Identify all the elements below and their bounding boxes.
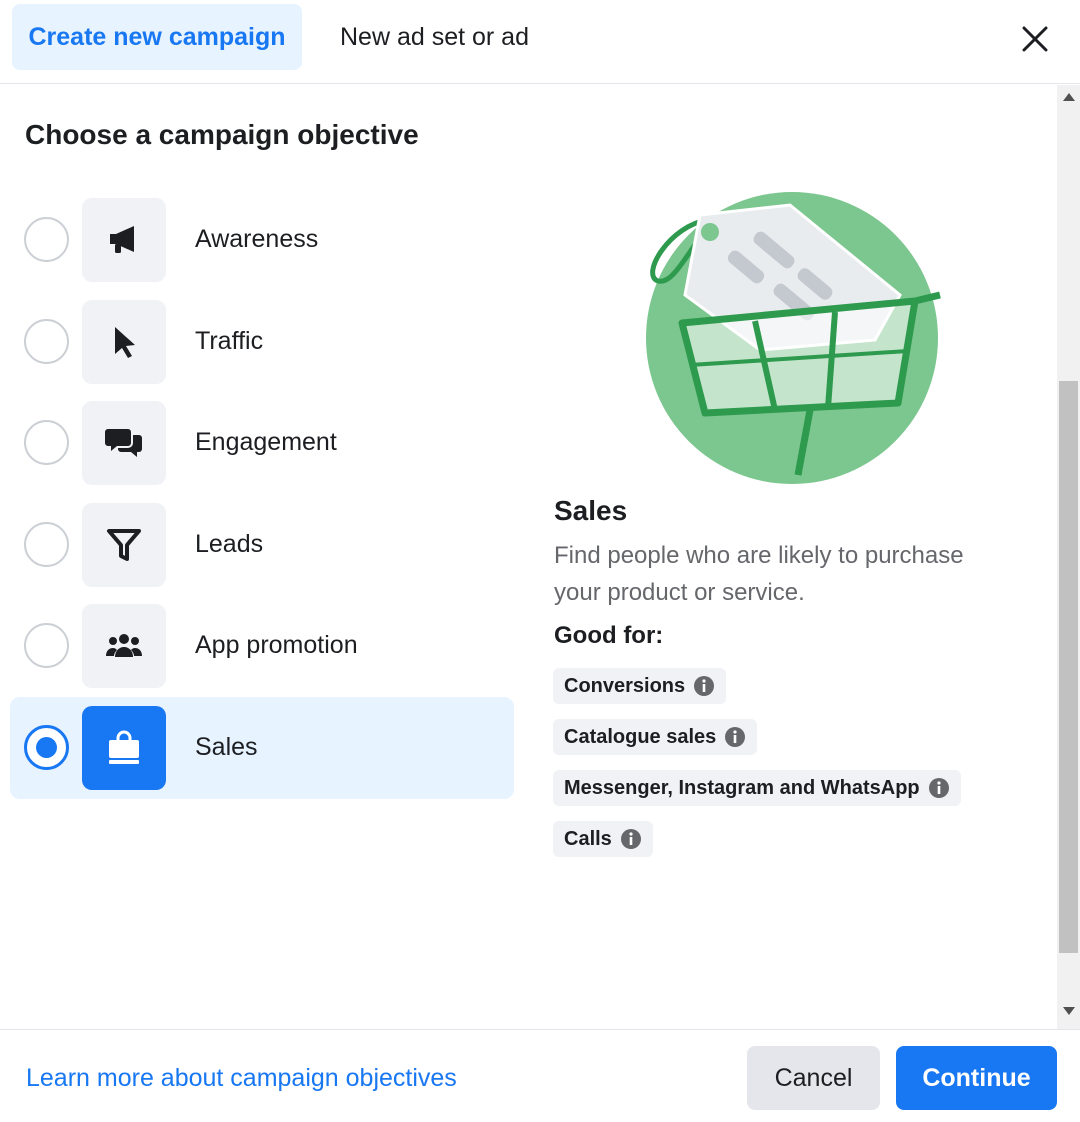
objective-detail-title: Sales <box>554 495 628 526</box>
radio-button-selected[interactable] <box>24 724 69 770</box>
scroll-down-arrow[interactable] <box>1057 1007 1080 1021</box>
objective-label: Traffic <box>195 326 264 355</box>
close-button[interactable] <box>1010 14 1060 64</box>
people-icon <box>106 634 142 658</box>
tab-create-new-campaign[interactable]: Create new campaign <box>12 4 302 70</box>
sales-illustration <box>630 185 950 495</box>
scroll-up-arrow[interactable] <box>1057 93 1080 107</box>
objective-list: Awareness Traffic Engagement Leads App p… <box>10 189 514 799</box>
vertical-scrollbar[interactable] <box>1057 85 1080 1029</box>
objective-traffic[interactable]: Traffic <box>10 291 514 393</box>
good-for-chips: Conversions Catalogue sales Messenger, I… <box>553 668 961 872</box>
cancel-button[interactable]: Cancel <box>747 1046 880 1110</box>
shopping-bag-icon <box>109 730 139 764</box>
objective-engagement[interactable]: Engagement <box>10 392 514 494</box>
info-icon[interactable] <box>620 828 642 850</box>
shopping-cart-tag-illustration <box>646 192 941 484</box>
objective-app-promotion[interactable]: App promotion <box>10 595 514 697</box>
chip-calls: Calls <box>553 821 653 857</box>
chip-messenger-instagram-whatsapp: Messenger, Instagram and WhatsApp <box>553 770 961 806</box>
learn-more-link[interactable]: Learn more about campaign objectives <box>26 1064 457 1093</box>
radio-button[interactable] <box>24 623 69 669</box>
objective-label: Engagement <box>195 428 337 457</box>
objective-icon-box <box>82 401 166 486</box>
objective-sales[interactable]: Sales <box>10 696 514 799</box>
dialog-footer: Learn more about campaign objectives Can… <box>0 1029 1080 1122</box>
chip-catalogue-sales: Catalogue sales <box>553 719 758 755</box>
objective-icon-box <box>82 604 166 689</box>
objective-icon-box <box>82 705 166 790</box>
chip-label: Messenger, Instagram and WhatsApp <box>564 776 920 799</box>
continue-button[interactable]: Continue <box>896 1046 1057 1110</box>
good-for-heading: Good for: <box>554 622 664 649</box>
chip-conversions: Conversions <box>553 668 727 704</box>
chip-label: Catalogue sales <box>564 725 717 748</box>
objective-icon-box <box>82 299 166 384</box>
info-icon[interactable] <box>724 726 746 748</box>
info-icon[interactable] <box>928 777 950 799</box>
objective-label: Leads <box>195 529 264 558</box>
radio-button[interactable] <box>24 217 69 262</box>
objective-icon-box <box>82 198 166 282</box>
radio-button[interactable] <box>24 318 69 364</box>
radio-button[interactable] <box>24 521 69 567</box>
page-title: Choose a campaign objective <box>25 119 419 150</box>
chip-label: Calls <box>564 827 612 850</box>
caret-down-icon <box>1062 1007 1075 1015</box>
close-icon <box>1022 26 1048 52</box>
megaphone-icon <box>110 226 134 253</box>
caret-up-icon <box>1062 93 1075 101</box>
dialog-header: Create new campaign New ad set or ad <box>0 0 1080 84</box>
radio-dot <box>36 736 57 758</box>
info-icon[interactable] <box>693 675 715 697</box>
scrollbar-thumb[interactable] <box>1059 381 1078 953</box>
objective-label: Awareness <box>195 225 319 253</box>
cursor-icon <box>115 326 135 358</box>
objective-icon-box <box>82 502 166 587</box>
chip-label: Conversions <box>564 674 686 697</box>
chat-bubbles-icon <box>105 429 142 458</box>
objective-label: App promotion <box>195 631 358 660</box>
dialog-body: Choose a campaign objective Awareness Tr… <box>0 85 1056 1029</box>
radio-button[interactable] <box>24 420 69 466</box>
funnel-icon <box>107 528 141 561</box>
objective-detail-description: Find people who are likely to purchase y… <box>554 542 964 606</box>
objective-label: Sales <box>195 732 258 761</box>
objective-awareness[interactable]: Awareness <box>10 189 514 291</box>
tab-new-ad-set-or-ad[interactable]: New ad set or ad <box>320 4 549 70</box>
objective-leads[interactable]: Leads <box>10 494 514 596</box>
